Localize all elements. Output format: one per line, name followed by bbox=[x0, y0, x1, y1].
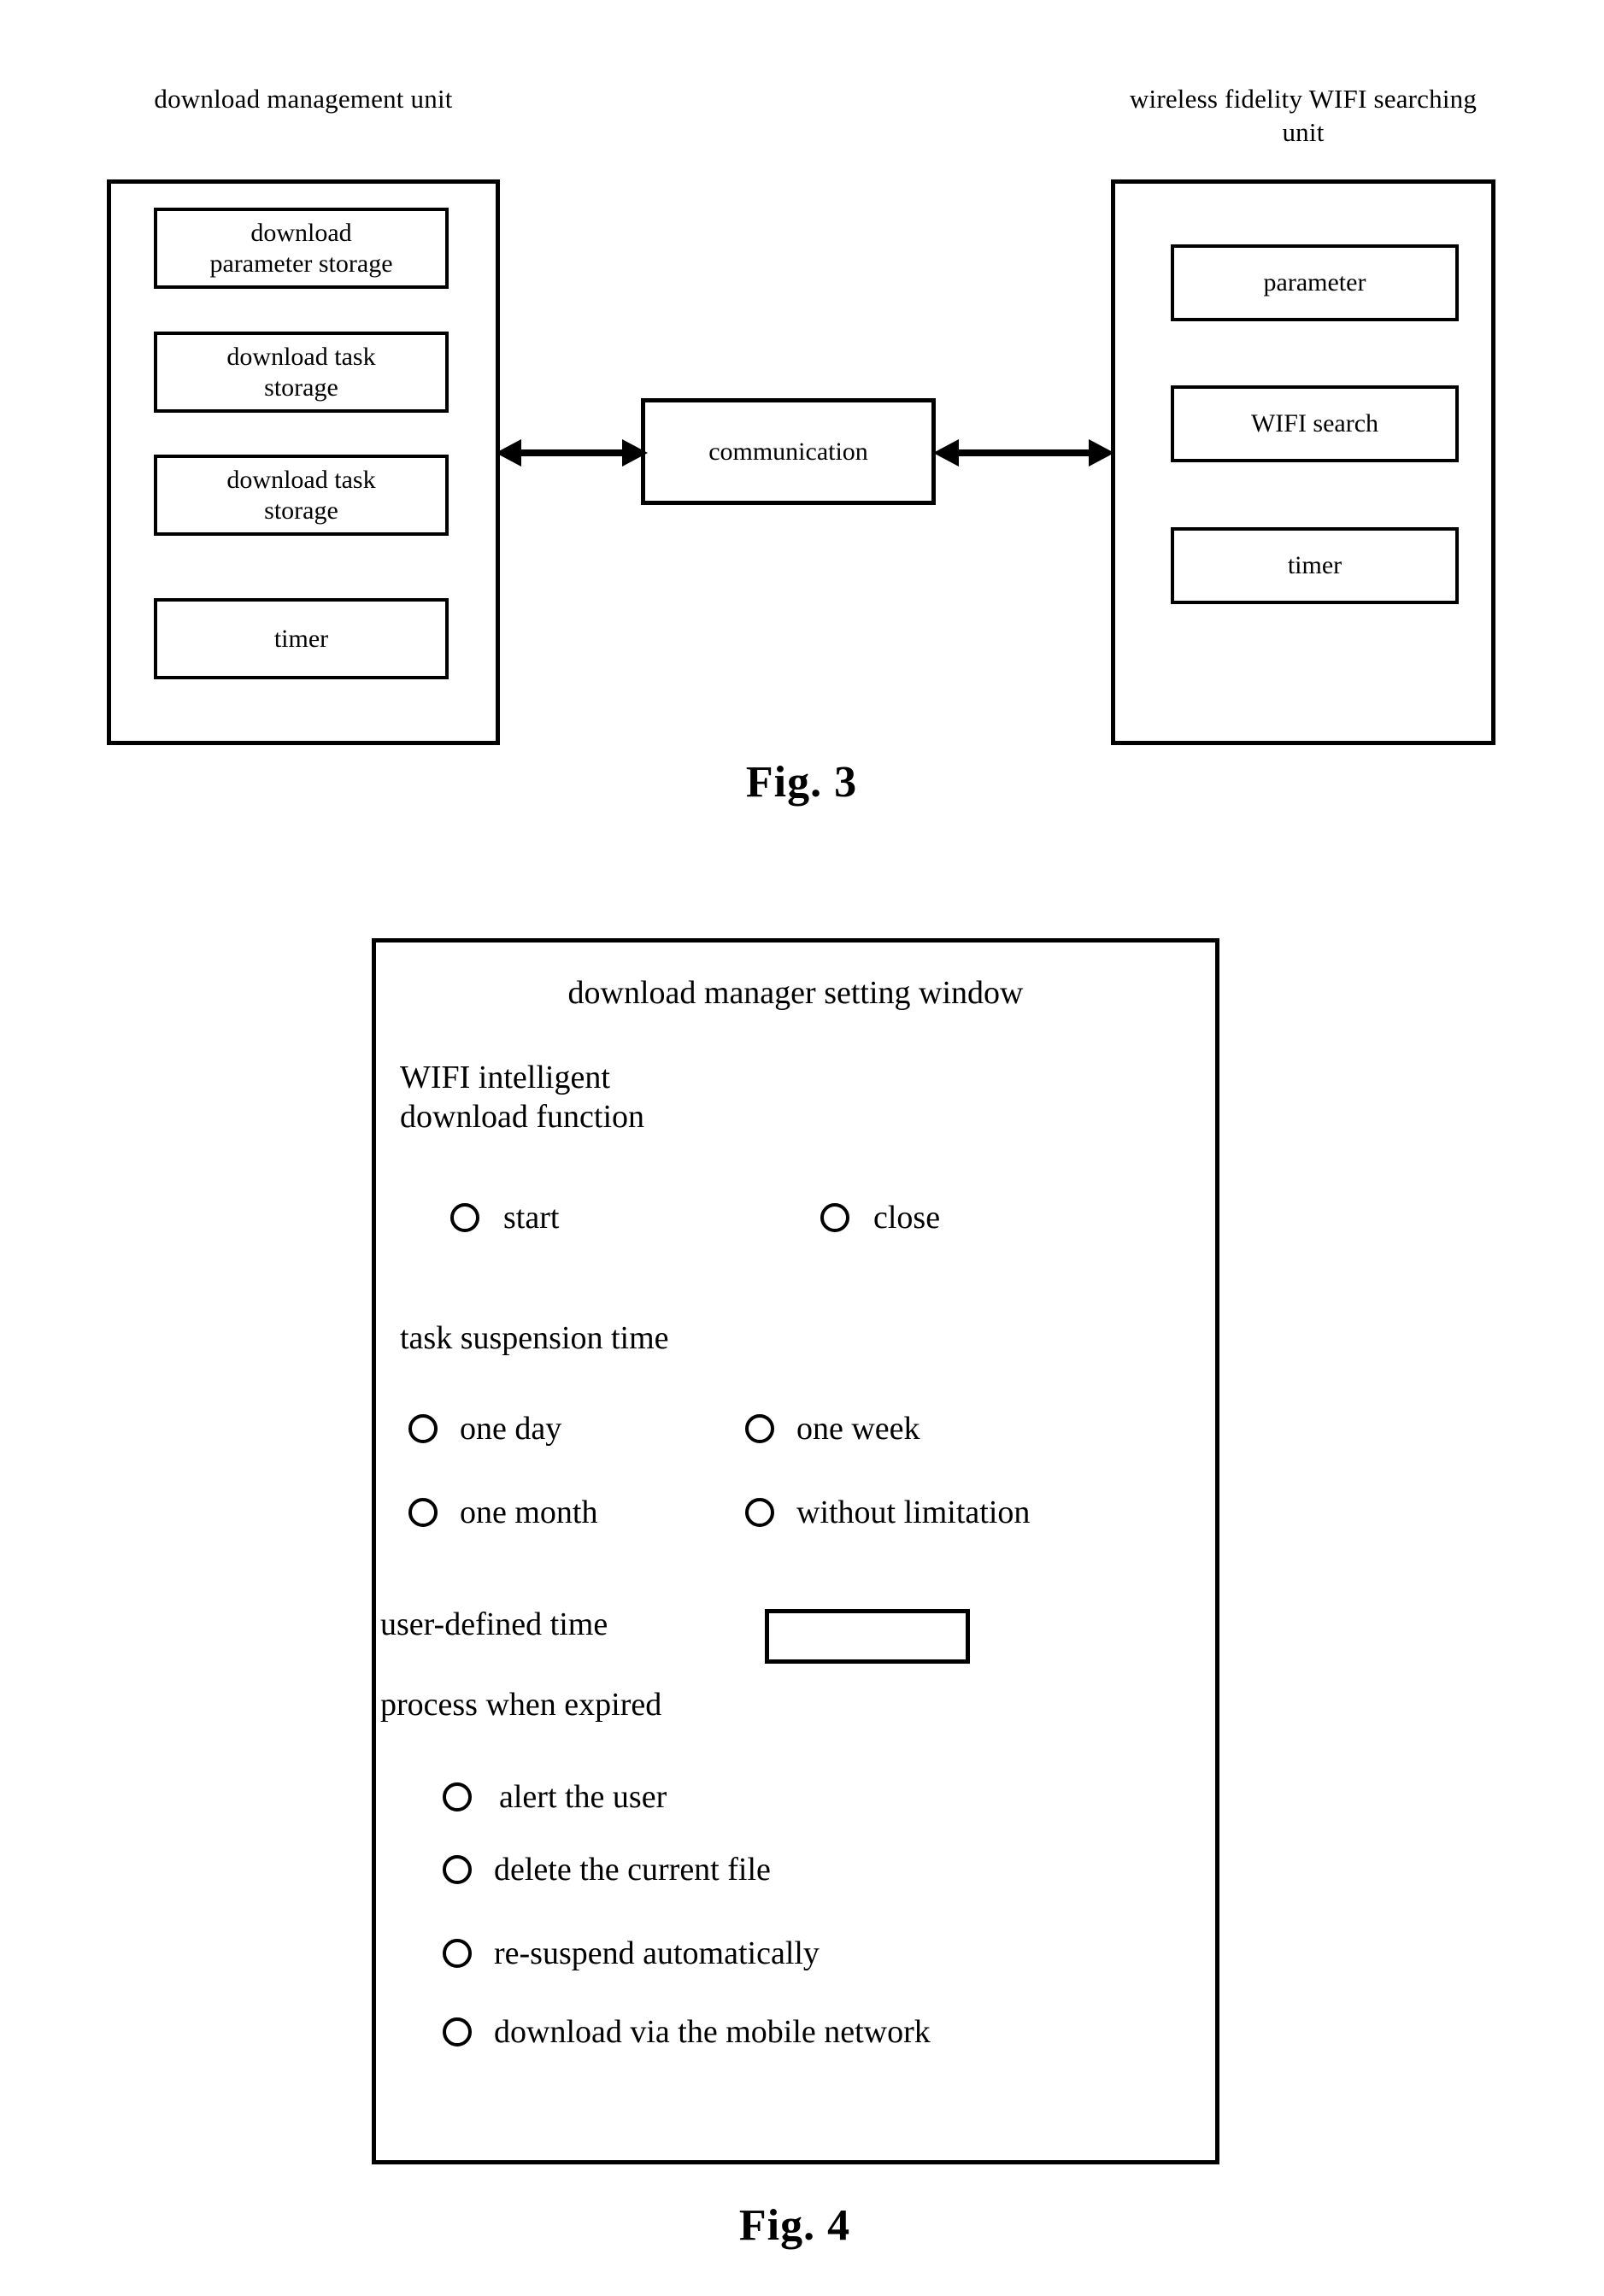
radio-label-start: start bbox=[503, 1200, 560, 1236]
setting-window-title: download manager setting window bbox=[567, 975, 1024, 1011]
radio-label-close: close bbox=[873, 1200, 941, 1236]
radio-option-re-suspend-automatically[interactable]: re-suspend automatically bbox=[443, 1936, 820, 1970]
wifi-function-group-label: WIFI intelligent download function bbox=[400, 1060, 645, 1135]
radio-label-download-via-the-mobile-network: download via the mobile network bbox=[494, 2014, 931, 2050]
radio-label-one-week: one week bbox=[796, 1411, 920, 1447]
right-bidirectional-arrow bbox=[933, 439, 1114, 467]
radio-circle-icon-alert-the-user[interactable] bbox=[443, 1782, 472, 1812]
radio-label-without-limitation: without limitation bbox=[796, 1494, 1031, 1530]
radio-circle-icon-one-week[interactable] bbox=[745, 1414, 774, 1443]
user-defined-time-input[interactable] bbox=[765, 1609, 970, 1664]
wifi-parameter-label: parameter bbox=[1263, 268, 1366, 297]
radio-option-start[interactable]: start bbox=[450, 1201, 559, 1235]
download-task-storage-block-2: download task storage bbox=[154, 455, 449, 536]
radio-label-re-suspend-automatically: re-suspend automatically bbox=[494, 1935, 820, 1971]
radio-option-close[interactable]: close bbox=[820, 1201, 940, 1235]
radio-label-one-day: one day bbox=[460, 1411, 562, 1447]
radio-option-delete-the-current-file[interactable]: delete the current file bbox=[443, 1853, 771, 1887]
radio-circle-icon-without-limitation[interactable] bbox=[745, 1498, 774, 1527]
wifi-parameter-block: parameter bbox=[1171, 244, 1459, 321]
radio-option-one-day[interactable]: one day bbox=[408, 1412, 561, 1446]
radio-option-one-month[interactable]: one month bbox=[408, 1495, 597, 1530]
radio-label-delete-the-current-file: delete the current file bbox=[494, 1852, 771, 1888]
download-parameter-storage-label: download parameter storage bbox=[209, 218, 393, 278]
download-task-storage-label-2: download task storage bbox=[226, 465, 376, 525]
wifi-timer-label: timer bbox=[1287, 551, 1343, 579]
radio-circle-icon-download-via-the-mobile-network[interactable] bbox=[443, 2017, 472, 2046]
wifi-search-label: WIFI search bbox=[1250, 409, 1379, 437]
radio-circle-icon-one-day[interactable] bbox=[408, 1414, 438, 1443]
radio-option-one-week[interactable]: one week bbox=[745, 1412, 920, 1446]
radio-option-alert-the-user[interactable]: alert the user bbox=[443, 1780, 667, 1814]
radio-label-one-month: one month bbox=[460, 1494, 598, 1530]
radio-option-download-via-the-mobile-network[interactable]: download via the mobile network bbox=[443, 2015, 931, 2049]
radio-circle-icon-delete-the-current-file[interactable] bbox=[443, 1855, 472, 1884]
download-management-unit-caption: download management unit bbox=[154, 84, 453, 114]
download-management-timer-block: timer bbox=[154, 598, 449, 679]
radio-label-alert-the-user: alert the user bbox=[499, 1779, 667, 1815]
radio-option-without-limitation[interactable]: without limitation bbox=[745, 1495, 1030, 1530]
user-defined-time-label: user-defined time bbox=[380, 1606, 608, 1642]
wifi-timer-block: timer bbox=[1171, 527, 1459, 604]
wifi-searching-unit-caption: wireless fidelity WIFI searching unit bbox=[1129, 84, 1478, 147]
wifi-search-block: WIFI search bbox=[1171, 385, 1459, 462]
download-management-timer-label: timer bbox=[273, 624, 329, 653]
process-when-expired-label: process when expired bbox=[380, 1687, 662, 1723]
communication-block: communication bbox=[641, 398, 936, 505]
patent-figure-sheet: download management unit download parame… bbox=[0, 0, 1604, 2296]
download-task-storage-block-1: download task storage bbox=[154, 332, 449, 413]
download-task-storage-label-1: download task storage bbox=[226, 342, 376, 402]
task-suspension-time-group-label: task suspension time bbox=[400, 1320, 669, 1356]
radio-circle-icon-start[interactable] bbox=[450, 1203, 479, 1232]
figure-4-caption: Fig. 4 bbox=[738, 2201, 851, 2250]
communication-label: communication bbox=[708, 437, 868, 466]
left-bidirectional-arrow bbox=[496, 439, 648, 467]
radio-circle-icon-close[interactable] bbox=[820, 1203, 849, 1232]
figure-3-caption: Fig. 3 bbox=[745, 758, 858, 807]
radio-circle-icon-re-suspend-automatically[interactable] bbox=[443, 1939, 472, 1968]
radio-circle-icon-one-month[interactable] bbox=[408, 1498, 438, 1527]
download-parameter-storage-block: download parameter storage bbox=[154, 208, 449, 289]
